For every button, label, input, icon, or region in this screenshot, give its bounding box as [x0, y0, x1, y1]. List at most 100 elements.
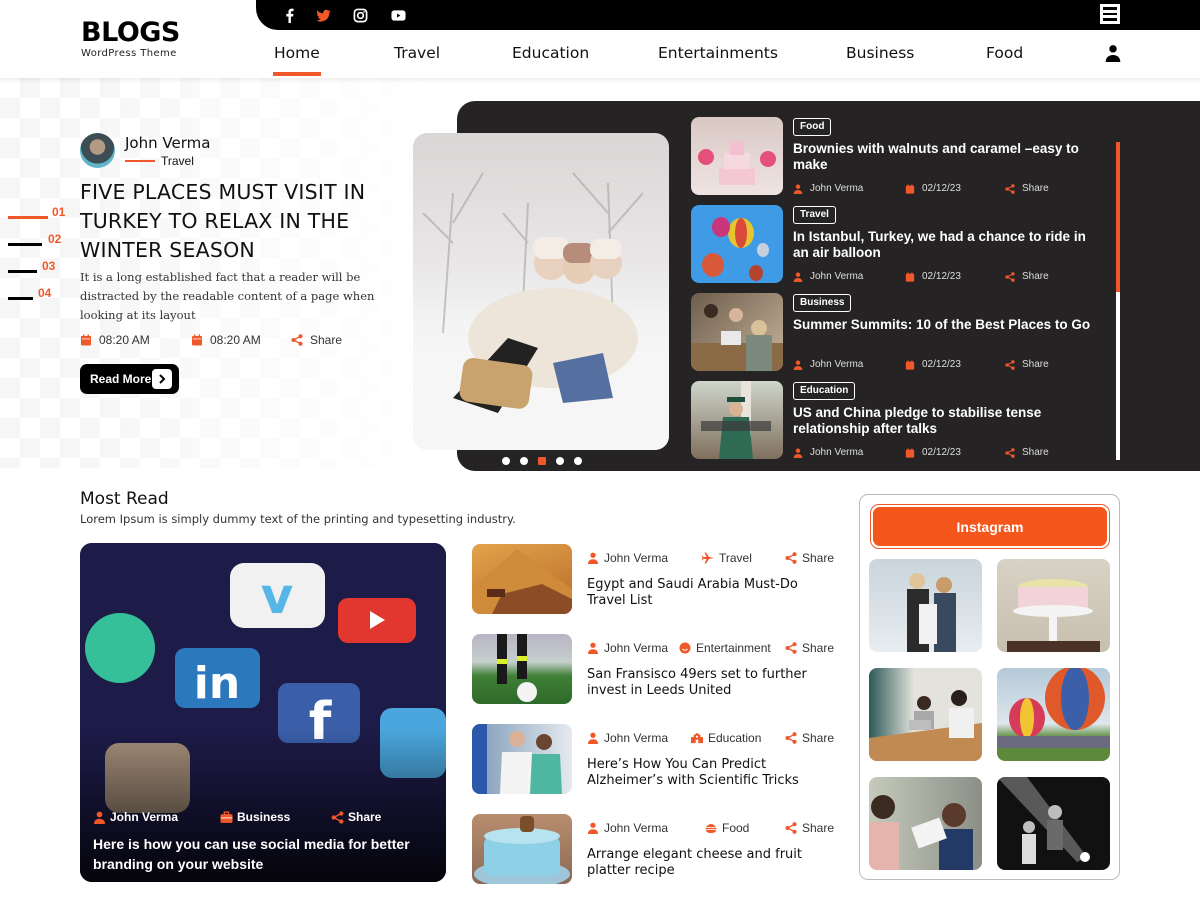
pager-line-active[interactable]	[8, 216, 48, 219]
pager-number[interactable]: 02	[48, 232, 61, 246]
user-account-icon[interactable]	[1104, 44, 1122, 62]
date-text: 02/12/23	[922, 271, 961, 282]
list-title[interactable]: San Fransisco 49ers set to further inves…	[587, 667, 837, 699]
list-title[interactable]: Egypt and Saudi Arabia Must-Do Travel Li…	[587, 577, 837, 609]
list-title[interactable]: Here’s How You Can Predict Alzheimer’s w…	[587, 757, 837, 789]
nav-entertainments[interactable]: Entertainments	[658, 44, 778, 62]
post-title[interactable]: Summer Summits: 10 of the Best Places to…	[793, 317, 1103, 333]
post-thumbnail-baby-cake[interactable]	[472, 814, 572, 884]
post-thumbnail-meeting[interactable]	[691, 293, 783, 371]
post-share[interactable]: Share	[1005, 359, 1049, 370]
post-thumbnail-egypt[interactable]	[472, 544, 572, 614]
post-thumbnail-cake[interactable]	[691, 117, 783, 195]
post-tag[interactable]: Travel	[793, 206, 836, 224]
feature-author[interactable]: John Verma	[93, 810, 178, 824]
post-thumbnail-graduate[interactable]	[691, 381, 783, 459]
post-share[interactable]: Share	[1005, 183, 1049, 194]
instagram-photo-cake[interactable]	[997, 559, 1110, 652]
pager-number[interactable]: 01	[52, 205, 65, 219]
featured-post-card[interactable]: v in f	[80, 543, 446, 882]
most-read-subtitle: Lorem Ipsum is simply dummy text of the …	[80, 512, 516, 526]
post-tag[interactable]: Business	[793, 294, 852, 312]
instagram-photo-office[interactable]	[869, 777, 982, 870]
read-more-button[interactable]: Read More	[80, 364, 179, 394]
feature-category[interactable]: Business	[220, 810, 290, 824]
instagram-button[interactable]: Instagram	[870, 504, 1110, 549]
nav-travel[interactable]: Travel	[394, 44, 440, 62]
instagram-photo-meeting[interactable]	[869, 668, 982, 761]
post-share[interactable]: Share	[1005, 447, 1049, 458]
list-author[interactable]: John Verma	[587, 551, 668, 565]
post-tag[interactable]: Education	[793, 382, 856, 400]
author-name[interactable]: John Verma	[125, 134, 210, 152]
list-item[interactable]: John Verma Travel Share Egypt and Saudi …	[472, 544, 842, 614]
list-category[interactable]: Travel	[702, 551, 752, 565]
pager-number[interactable]: 03	[42, 259, 55, 273]
instagram-photo-two-women[interactable]	[869, 559, 982, 652]
nav-education[interactable]: Education	[512, 44, 589, 62]
list-item[interactable]: John Verma Education Share Here’s How Yo…	[472, 724, 842, 794]
hero-title[interactable]: FIVE PLACES MUST VISIT IN TURKEY TO RELA…	[80, 178, 400, 265]
twitter-icon[interactable]	[314, 6, 332, 24]
pager-line[interactable]	[8, 270, 37, 273]
author-name: John Verma	[604, 731, 669, 745]
feature-share[interactable]: Share	[331, 810, 381, 824]
side-post[interactable]: Business Summer Summits: 10 of the Best …	[691, 293, 1111, 371]
share-label: Share	[802, 551, 835, 565]
post-share[interactable]: Share	[1005, 271, 1049, 282]
share-label: Share	[1022, 183, 1049, 194]
author-avatar[interactable]	[80, 133, 115, 168]
nav-business[interactable]: Business	[846, 44, 914, 62]
slider-dot-active[interactable]	[538, 457, 546, 465]
side-post[interactable]: Education US and China pledge to stabili…	[691, 381, 1111, 459]
feature-title[interactable]: Here is how you can use social media for…	[93, 834, 423, 874]
list-author[interactable]: John Verma	[587, 731, 668, 745]
nav-home[interactable]: Home	[273, 44, 321, 76]
author-name[interactable]: John Verma	[810, 183, 863, 194]
list-item[interactable]: John Verma Food Share Arrange elegant ch…	[472, 814, 842, 884]
slider-dot[interactable]	[502, 457, 510, 465]
site-logo[interactable]: BLOGS WordPress Theme	[81, 18, 180, 60]
list-share[interactable]: Share	[785, 821, 834, 835]
list-share[interactable]: Share	[785, 731, 834, 745]
post-thumbnail-balloons[interactable]	[691, 205, 783, 283]
post-thumbnail-doctors[interactable]	[472, 724, 572, 794]
facebook-icon[interactable]	[280, 6, 298, 24]
hamburger-menu-icon[interactable]	[1100, 4, 1120, 24]
nav-food[interactable]: Food	[986, 44, 1023, 62]
hero-share[interactable]: Share	[291, 333, 342, 347]
hero-image-winter[interactable]	[413, 133, 669, 450]
list-category[interactable]: Food	[705, 821, 749, 835]
scrollbar-thumb[interactable]	[1116, 142, 1120, 292]
list-category[interactable]: Education	[691, 731, 761, 745]
post-thumbnail-football[interactable]	[472, 634, 572, 704]
side-post[interactable]: Travel In Istanbul, Turkey, we had a cha…	[691, 205, 1111, 283]
author-name[interactable]: John Verma	[810, 271, 863, 282]
side-posts-scrollbar[interactable]	[1116, 142, 1120, 460]
pager-number[interactable]: 04	[38, 286, 51, 300]
post-tag[interactable]: Food	[793, 118, 832, 136]
pager-line[interactable]	[8, 243, 42, 246]
list-title[interactable]: Arrange elegant cheese and fruit platter…	[587, 847, 837, 879]
list-share[interactable]: Share	[785, 551, 834, 565]
list-share[interactable]: Share	[785, 641, 834, 655]
slider-dot[interactable]	[574, 457, 582, 465]
list-author[interactable]: John Verma	[587, 821, 668, 835]
slider-dot[interactable]	[520, 457, 528, 465]
list-item[interactable]: John Verma Entertainment Share San Frans…	[472, 634, 842, 704]
youtube-icon[interactable]	[389, 6, 407, 24]
instagram-photo-concert[interactable]	[997, 777, 1110, 870]
pager-line[interactable]	[8, 297, 33, 300]
instagram-icon[interactable]	[351, 6, 369, 24]
author-name[interactable]: John Verma	[810, 447, 863, 458]
post-title[interactable]: In Istanbul, Turkey, we had a chance to …	[793, 229, 1103, 261]
post-title[interactable]: US and China pledge to stabilise tense r…	[793, 405, 1103, 437]
instagram-photo-balloons[interactable]	[997, 668, 1110, 761]
author-category[interactable]: Travel	[125, 154, 210, 168]
post-title[interactable]: Brownies with walnuts and caramel –easy …	[793, 141, 1103, 173]
list-author[interactable]: John Verma	[587, 641, 668, 655]
slider-dot[interactable]	[556, 457, 564, 465]
list-category[interactable]: Entertainment	[679, 641, 771, 655]
author-name[interactable]: John Verma	[810, 359, 863, 370]
side-post[interactable]: Food Brownies with walnuts and caramel –…	[691, 117, 1111, 195]
